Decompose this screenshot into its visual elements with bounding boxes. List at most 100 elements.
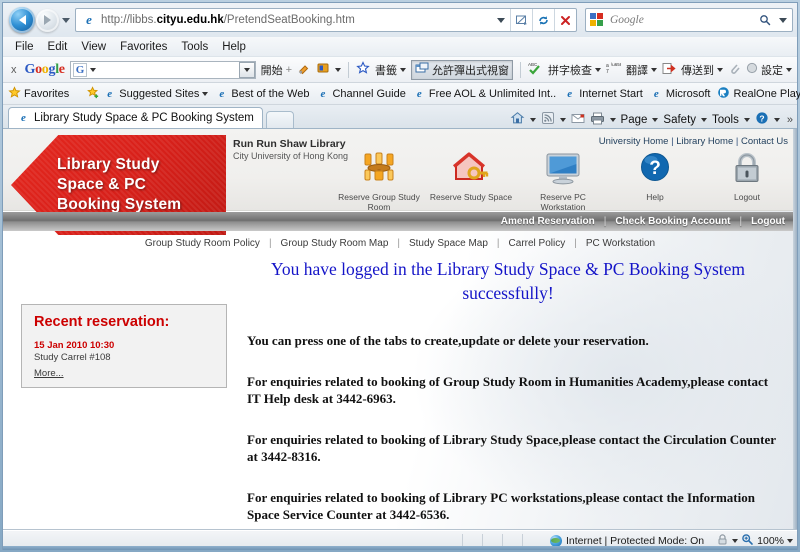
nav-logout[interactable]: Logout [701, 151, 793, 212]
policy-separator: | [268, 237, 272, 249]
nav-label: Reserve Study Space [429, 192, 513, 202]
zoom-dropdown-icon[interactable] [787, 538, 793, 543]
safety-menu-button[interactable]: Safety [663, 114, 696, 126]
favbar-item-microsoft[interactable]: e Microsoft [650, 87, 711, 100]
star-glyph [8, 85, 21, 98]
print-dropdown-icon[interactable] [609, 117, 616, 122]
link-library-home[interactable]: Library Home [676, 136, 733, 147]
toolbar-item-sendto[interactable]: 傳送到 [681, 62, 724, 78]
google-toolbar-search-input[interactable]: G [69, 60, 256, 79]
link-group-study-room-map[interactable]: Group Study Room Map [281, 238, 389, 249]
tab-library-booking[interactable]: e Library Study Space & PC Booking Syste… [8, 107, 263, 128]
nav-amend-reservation[interactable]: Amend Reservation [501, 216, 595, 227]
search-history-dropdown[interactable] [238, 61, 255, 78]
privacy-dropdown-icon[interactable] [732, 538, 739, 543]
favbar-item-realone-player[interactable]: RealOne Player [717, 86, 800, 102]
help-button[interactable]: ? [755, 111, 769, 128]
svg-text:\u6587: \u6587 [611, 62, 621, 67]
popup-window-glyph [415, 62, 429, 73]
nav-reserve-group-study-room[interactable]: Reserve Group Study Room [333, 151, 425, 212]
nav-logout-link[interactable]: Logout [751, 216, 785, 227]
favbar-item-best-of-the-web[interactable]: e Best of the Web [215, 87, 309, 100]
read-mail-button[interactable] [571, 113, 585, 127]
link-study-space-map[interactable]: Study Space Map [409, 238, 488, 249]
highlighter-icon[interactable] [297, 61, 311, 78]
search-box[interactable]: Google [585, 8, 793, 32]
refresh-button[interactable] [532, 9, 554, 31]
home-dropdown-icon[interactable] [529, 117, 536, 122]
toolbar-item-popup-blocker[interactable]: 允許彈出式視窗 [411, 59, 514, 80]
bookmark-star-icon[interactable] [356, 61, 370, 78]
menu-item-edit[interactable]: Edit [48, 41, 68, 53]
favbar-item-suggested-sites[interactable]: e Suggested Sites [87, 85, 209, 102]
menu-item-help[interactable]: Help [222, 41, 246, 53]
feeds-dropdown-icon[interactable] [559, 117, 566, 122]
link-carrel-policy[interactable]: Carrel Policy [509, 238, 566, 249]
address-dropdown-icon[interactable] [492, 17, 510, 23]
address-bar[interactable]: e http://libbs.cityu.edu.hk/PretendSeatB… [75, 8, 577, 32]
print-button[interactable] [590, 112, 605, 128]
favbar-item-free-aol[interactable]: e Free AOL & Unlimited Int.. [413, 87, 556, 100]
nav-help[interactable]: ? Help [609, 151, 701, 212]
search-provider-dropdown-icon[interactable] [774, 17, 792, 23]
menu-item-tools[interactable]: Tools [181, 41, 208, 53]
banner-line-1: Library Study [57, 156, 160, 173]
menu-item-file[interactable]: File [15, 41, 34, 53]
forward-button[interactable] [36, 8, 59, 32]
google-g-dropdown-icon[interactable] [90, 67, 97, 72]
nav-reserve-study-space[interactable]: Reserve Study Space [425, 151, 517, 212]
stop-button[interactable] [554, 9, 576, 31]
attachment-icon[interactable] [728, 62, 741, 78]
nav-separator: | [603, 216, 607, 227]
toolbar-item-spellcheck[interactable]: 拼字檢查 [548, 62, 602, 78]
search-submit-icon[interactable] [756, 14, 774, 26]
policy-separator: | [397, 237, 400, 249]
menu-item-favorites[interactable]: Favorites [120, 41, 167, 53]
link-pc-workstation[interactable]: PC Workstation [586, 238, 655, 249]
home-button[interactable] [510, 111, 525, 128]
google-toolbar-logo: Google [24, 61, 66, 77]
tools-menu-button[interactable]: Tools [712, 114, 739, 126]
favbar-item-internet-start[interactable]: e Internet Start [563, 87, 643, 100]
menu-bar: File Edit View Favorites Tools Help [3, 37, 797, 57]
spellcheck-icon[interactable]: ABC [528, 61, 543, 78]
toolbar-item-bookmarks[interactable]: 書籤 [375, 62, 407, 78]
new-tab-button[interactable] [265, 111, 294, 128]
autofill-dropdown-icon[interactable] [335, 67, 342, 72]
magnifier-plus-glyph [742, 533, 753, 545]
security-zone[interactable]: Internet | Protected Mode: On [550, 534, 705, 547]
toolbar-item-settings[interactable]: 設定 [746, 62, 793, 78]
nav-reserve-pc-workstation[interactable]: Reserve PC Workstation [517, 151, 609, 212]
back-button[interactable] [9, 7, 35, 33]
monitor-glyph [546, 153, 580, 185]
feeds-button[interactable] [541, 111, 555, 128]
toolbar-item-translate[interactable]: 翻譯 [626, 62, 658, 78]
translate-icon[interactable]: a \u6587 7 [606, 61, 625, 78]
page-dropdown-icon[interactable] [652, 117, 659, 122]
compatibility-view-icon[interactable] [510, 9, 532, 31]
star-glyph [356, 61, 370, 74]
sendto-icon[interactable] [662, 62, 676, 78]
recent-pages-dropdown-icon[interactable] [62, 17, 70, 23]
favorites-button[interactable]: Favorites [8, 85, 69, 102]
nav-check-booking-account[interactable]: Check Booking Account [615, 216, 730, 227]
ie-favicon-icon: e [219, 87, 225, 100]
security-zone-label: Internet | Protected Mode: On [566, 534, 705, 547]
reservation-more-link[interactable]: More... [34, 368, 64, 379]
menu-item-view[interactable]: View [81, 41, 106, 53]
favbar-item-channel-guide[interactable]: e Channel Guide [316, 87, 406, 100]
link-contact-us[interactable]: Contact Us [741, 136, 788, 147]
safety-dropdown-icon[interactable] [701, 117, 708, 122]
toolbar-item-start[interactable]: 開始 + [261, 62, 292, 78]
link-group-study-room-policy[interactable]: Group Study Room Policy [145, 238, 260, 249]
page-menu-button[interactable]: Page [621, 114, 648, 126]
autofill-icon[interactable] [316, 61, 330, 78]
command-bar-overflow-button[interactable]: » [787, 114, 793, 126]
svg-text:?: ? [759, 113, 764, 123]
tools-dropdown-icon[interactable] [743, 117, 750, 122]
search-input[interactable]: Google [610, 14, 756, 26]
close-toolbar-button[interactable]: x [8, 64, 20, 76]
link-university-home[interactable]: University Home [599, 136, 669, 147]
window-bottom-edge [3, 546, 797, 550]
help-dropdown-icon[interactable] [773, 117, 780, 122]
